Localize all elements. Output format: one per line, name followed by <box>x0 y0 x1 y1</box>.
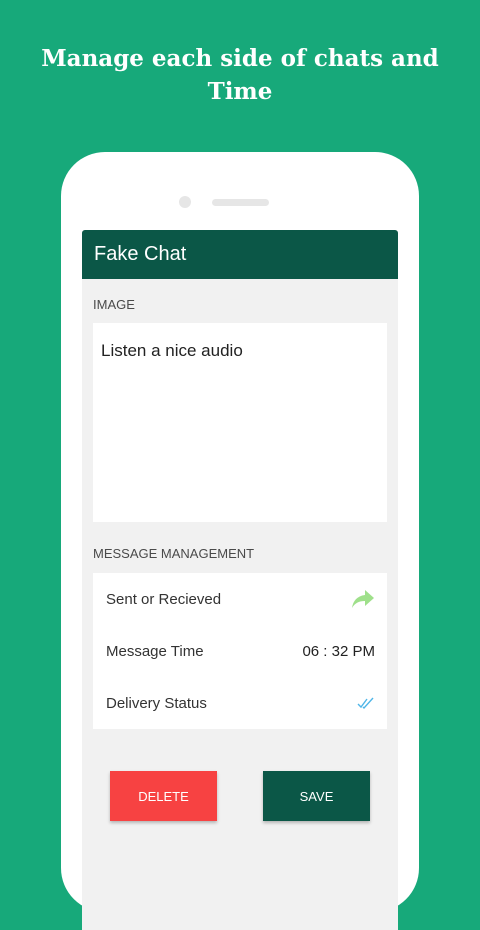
delete-button[interactable]: DELETE <box>110 771 217 821</box>
message-management-label: MESSAGE MANAGEMENT <box>93 546 255 561</box>
message-time-value[interactable]: 06 : 32 PM <box>302 643 375 660</box>
message-management-card: Sent or Recieved Message Time 06 : 32 PM… <box>93 573 387 729</box>
double-check-icon[interactable] <box>357 696 375 710</box>
camera-dot <box>179 196 191 208</box>
app-title: Fake Chat <box>94 243 187 265</box>
app-bar: Fake Chat <box>82 230 398 279</box>
image-section-label: IMAGE <box>93 297 135 312</box>
delivery-status-label: Delivery Status <box>106 694 207 712</box>
image-card[interactable]: Listen a nice audio <box>93 323 387 522</box>
sent-or-received-label: Sent or Recieved <box>106 590 222 608</box>
phone-mockup: Fake Chat IMAGE Listen a nice audio MESS… <box>61 152 419 930</box>
action-buttons: DELETE SAVE <box>110 771 370 821</box>
promo-title: Manage each side of chats and Time <box>41 45 439 105</box>
message-time-label: Message Time <box>106 642 204 660</box>
forward-arrow-icon[interactable] <box>351 588 375 610</box>
image-content-text: Listen a nice audio <box>101 341 243 360</box>
sent-or-received-row[interactable]: Sent or Recieved <box>93 573 387 625</box>
app-screen: Fake Chat IMAGE Listen a nice audio MESS… <box>82 230 398 930</box>
save-button[interactable]: SAVE <box>263 771 370 821</box>
delivery-status-row[interactable]: Delivery Status <box>93 677 387 729</box>
message-time-row[interactable]: Message Time 06 : 32 PM <box>93 625 387 677</box>
speaker-slot <box>212 199 269 206</box>
